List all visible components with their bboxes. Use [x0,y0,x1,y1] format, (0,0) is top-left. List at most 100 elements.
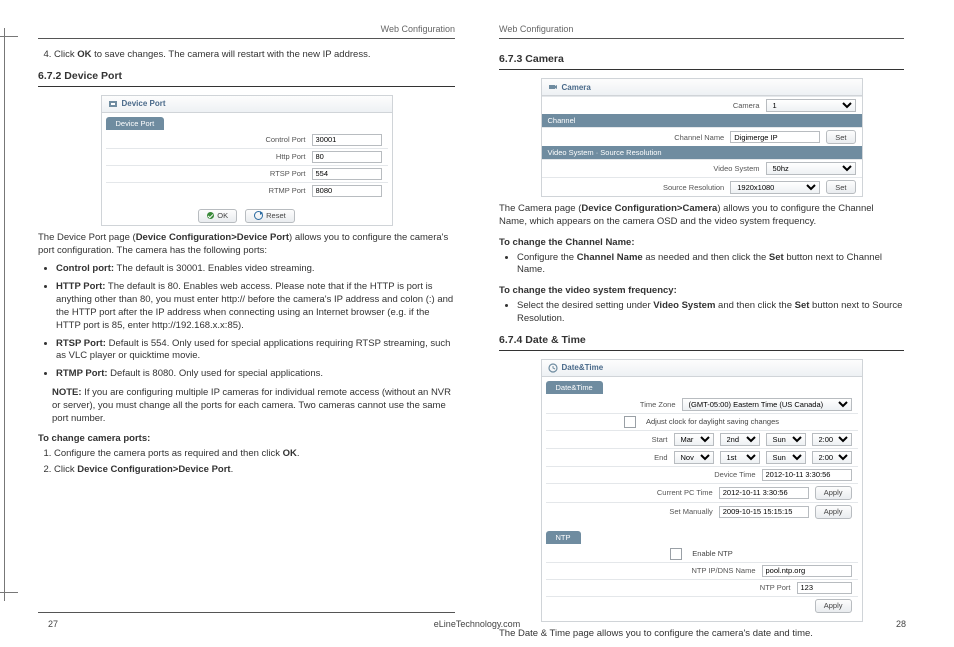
pc-time-apply-button[interactable]: Apply [815,486,852,500]
clock-icon [548,363,558,373]
manual-time-input[interactable] [719,506,809,518]
crop-mark [4,28,5,601]
panel-titlebar: Device Port [102,96,392,113]
change-channel-heading: To change the Channel Name: [499,237,904,248]
ok-button[interactable]: OK [198,209,237,223]
timezone-label: Time Zone [576,400,676,409]
http-port-label: Http Port [206,152,306,161]
step-4: Click OK to save changes. The camera wil… [54,49,455,62]
dst-start-time[interactable]: 2:00 [812,433,852,446]
page-27: Web Configuration Click OK to save chang… [28,18,477,613]
dst-start-label: Start [638,435,668,444]
dst-checkbox[interactable] [624,416,636,428]
reset-button[interactable]: Reset [245,209,295,223]
channel-name-label: Channel Name [624,133,724,142]
section-6-7-2-title: 6.7.2 Device Port [38,70,455,82]
section-6-7-3-title: 6.7.3 Camera [499,53,904,65]
camera-icon [548,82,558,92]
source-resolution-select[interactable]: 1920x1080 [730,181,820,194]
section-rule [499,350,904,351]
dst-end-label: End [638,453,668,462]
control-port-input[interactable] [312,134,382,146]
section-rule [38,86,455,87]
document-spread: Web Configuration Click OK to save chang… [0,0,954,647]
dst-end-month[interactable]: Nov [674,451,714,464]
rtsp-port-label: RTSP Port [206,169,306,178]
ntp-port-label: NTP Port [691,583,791,592]
dst-start-month[interactable]: Mar [674,433,714,446]
panel-title: Date&Time [562,363,604,372]
ntp-name-input[interactable] [762,565,852,577]
crop-mark [0,36,18,37]
reset-icon [254,211,263,220]
channel-set-button[interactable]: Set [826,130,855,144]
ntp-enable-label: Enable NTP [692,549,732,558]
panel-tab[interactable]: Device Port [106,117,165,130]
device-time-label: Device Time [656,470,756,479]
section-6-7-4-title: 6.7.4 Date & Time [499,334,904,346]
device-port-panel: Device Port Device Port Control Port Htt… [101,95,393,226]
datetime-outro: The Date & Time page allows you to confi… [499,628,904,641]
dst-end-day[interactable]: Sun [766,451,806,464]
device-port-intro: The Device Port page (Device Configurati… [38,232,455,258]
source-resolution-label: Source Resolution [624,183,724,192]
ntp-apply-button[interactable]: Apply [815,599,852,613]
dst-end-week[interactable]: 1st [720,451,760,464]
ntp-enable-checkbox[interactable] [670,548,682,560]
ok-icon [207,212,214,219]
footer-website: eLineTechnology.com [0,619,954,629]
change-step-2: Click Device Configuration>Device Port. [54,464,455,477]
manual-time-label: Set Manually [613,507,713,516]
dst-start-week[interactable]: 2nd [720,433,760,446]
page-28: Web Configuration 6.7.3 Camera Camera Ca… [477,18,926,613]
dst-start-day[interactable]: Sun [766,433,806,446]
control-port-label: Control Port [206,135,306,144]
dst-end-time[interactable]: 2:00 [812,451,852,464]
dst-label: Adjust clock for daylight saving changes [646,417,779,426]
channel-section: Channel [542,114,862,127]
ntp-port-input[interactable] [797,582,852,594]
datetime-panel: Date&Time Date&Time Time Zone (GMT-05:00)… [541,359,863,622]
camera-select-label: Camera [660,101,760,110]
panel-tab[interactable]: Date&Time [546,381,603,394]
bullet-control-port: Control port: The default is 30001. Enab… [56,263,455,276]
change-vsys-heading: To change the video system frequency: [499,285,904,296]
camera-panel: Camera Camera 1 Channel Channel Name Set V… [541,78,863,197]
change-step-1: Configure the camera ports as required a… [54,448,455,461]
bullet-http-port: HTTP Port: The default is 80. Enables we… [56,281,455,332]
resolution-set-button[interactable]: Set [826,180,855,194]
video-system-label: Video System [660,164,760,173]
page-header: Web Configuration [38,18,455,39]
section-rule [499,69,904,70]
bullet-rtsp-port: RTSP Port: Default is 554. Only used for… [56,338,455,364]
manual-time-apply-button[interactable]: Apply [815,505,852,519]
camera-select[interactable]: 1 [766,99,856,112]
change-channel-step: Configure the Channel Name as needed and… [517,252,904,278]
device-port-icon [108,99,118,109]
change-vsys-step: Select the desired setting under Video S… [517,300,904,326]
ntp-name-label: NTP IP/DNS Name [656,566,756,575]
panel-titlebar: Date&Time [542,360,862,377]
timezone-select[interactable]: (GMT-05:00) Eastern Time (US Canada) [682,398,852,411]
ntp-tab[interactable]: NTP [546,531,581,544]
http-port-input[interactable] [312,151,382,163]
camera-intro: The Camera page (Device Configuration>Ca… [499,203,904,229]
crop-mark [0,592,18,593]
note-block: NOTE: If you are configuring multiple IP… [52,387,455,425]
video-system-select[interactable]: 50hz [766,162,856,175]
video-system-section: Video System · Source Resolution [542,146,862,159]
device-time-input[interactable] [762,469,852,481]
bullet-rtmp-port: RTMP Port: Default is 8080. Only used fo… [56,368,455,381]
page-header: Web Configuration [499,18,904,39]
pc-time-input[interactable] [719,487,809,499]
channel-name-input[interactable] [730,131,820,143]
rtsp-port-input[interactable] [312,168,382,180]
rtmp-port-input[interactable] [312,185,382,197]
panel-title: Device Port [122,99,166,108]
panel-title: Camera [562,83,591,92]
change-ports-heading: To change camera ports: [38,433,455,444]
panel-titlebar: Camera [542,79,862,96]
pc-time-label: Current PC Time [613,488,713,497]
rtmp-port-label: RTMP Port [206,186,306,195]
page-rule [38,612,455,613]
